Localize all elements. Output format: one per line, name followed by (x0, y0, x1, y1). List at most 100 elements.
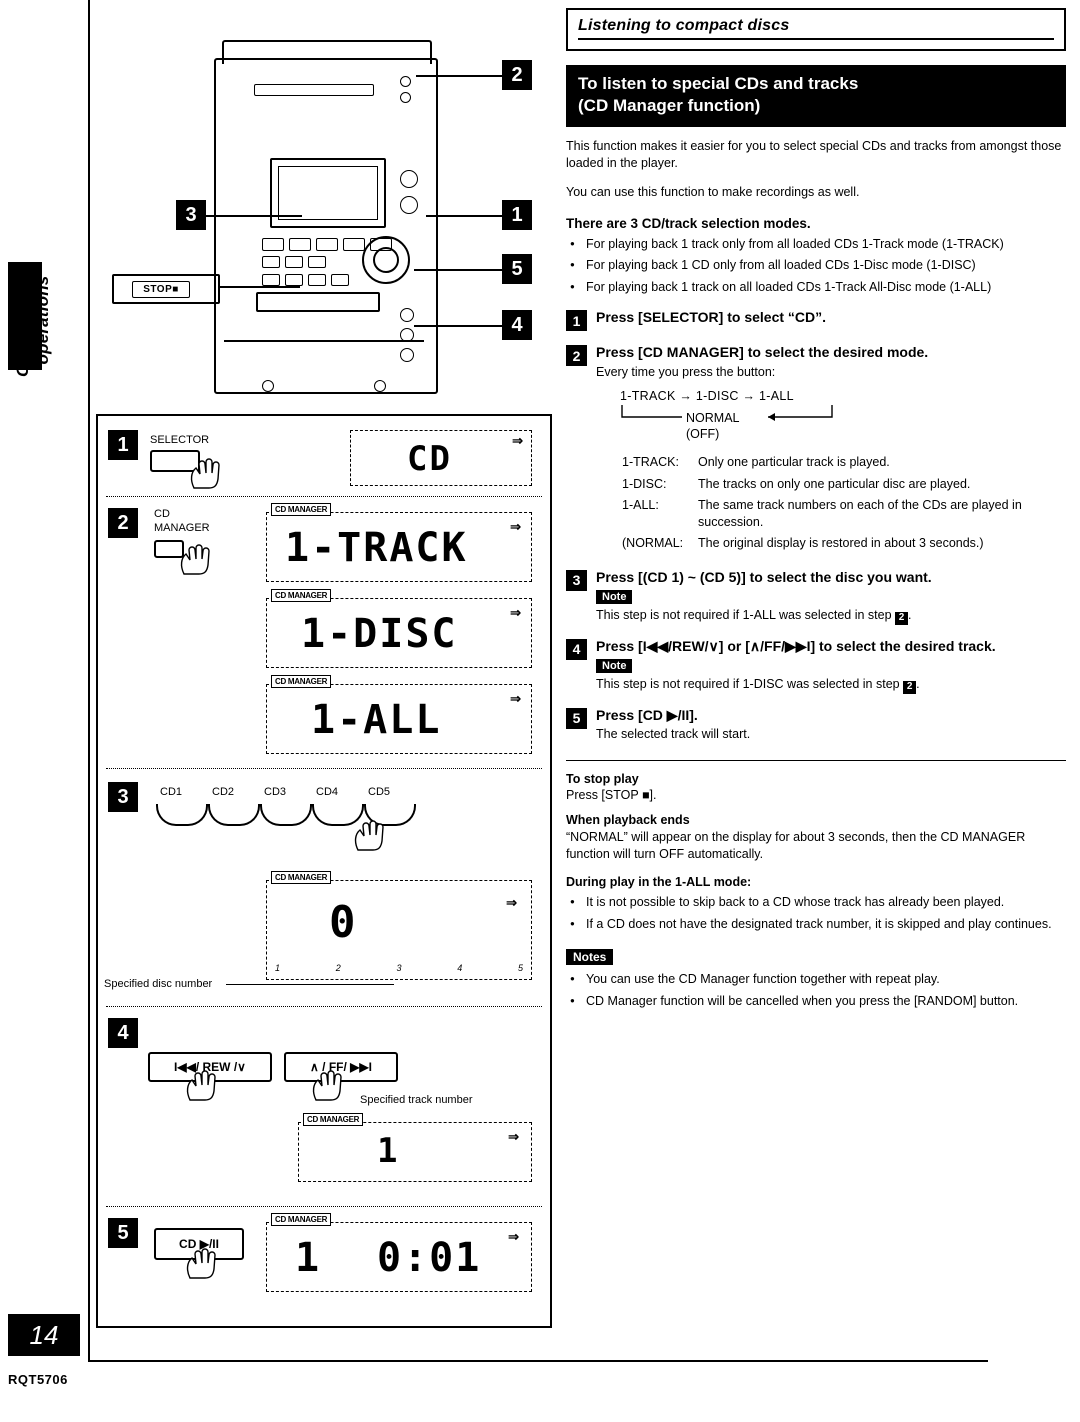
stereo-button (262, 256, 280, 268)
bottom-rule (88, 1360, 988, 1362)
display-step2-all: CD MANAGER ⇒ 1-ALL (266, 675, 532, 754)
stereo-indicator-dot (400, 76, 411, 87)
stereo-knob-inner (373, 247, 399, 273)
stereo-round-button (400, 348, 414, 362)
stop-button-drawing: STOP■ (112, 274, 220, 304)
definition-key: 1-TRACK: (622, 455, 679, 470)
disc-tick-4: 4 (457, 963, 463, 973)
callout-5: 5 (502, 254, 532, 284)
cd-manager-badge: CD MANAGER (271, 675, 332, 688)
stereo-round-button (400, 170, 418, 188)
play-arrow-icon: ⇒ (508, 1229, 519, 1244)
during-play-item: It is not possible to skip back to a CD … (566, 894, 1066, 912)
section-title-box: Listening to compact discs (566, 8, 1066, 51)
stereo-button (343, 238, 365, 251)
stereo-disc-slot (254, 84, 374, 96)
step-2-body: Press [CD MANAGER] to select the desired… (596, 344, 1066, 381)
hand-pointer-icon (186, 1070, 216, 1101)
stereo-volume-knob (362, 236, 410, 284)
stop-button-label: STOP■ (132, 281, 190, 298)
note-badge: Note (596, 590, 633, 604)
definition-value: The original display is restored in abou… (698, 536, 984, 551)
play-arrow-icon: ⇒ (506, 895, 517, 910)
stereo-button (308, 274, 326, 286)
step-4-marker: 4 (108, 1018, 138, 1048)
display-step2-track: CD MANAGER ⇒ 1-TRACK (266, 503, 532, 582)
definition-key: 1-DISC: (622, 476, 667, 491)
step-5-heading: Press [CD ▶/II]. (596, 706, 698, 723)
note-item: CD Manager function will be cancelled wh… (566, 993, 1066, 1011)
stereo-display-panel (270, 158, 386, 228)
specified-disc-caption: Specified disc number (104, 978, 213, 990)
separator (106, 1006, 542, 1007)
step-4-sub: This step is not required if 1-DISC was … (596, 676, 1066, 694)
step-1-heading: Press [SELECTOR] to select “CD”. (596, 309, 827, 326)
play-arrow-icon: ⇒ (510, 605, 521, 620)
step-5-body: Press [CD ▶/II]. The selected track will… (596, 707, 1066, 744)
cd2-label: CD2 (212, 786, 235, 798)
mode-cycle-line: 1-TRACK → 1-DISC → 1-ALL (620, 389, 794, 404)
disc-tick-1: 1 (275, 963, 281, 973)
notes-list: You can use the CD Manager function toge… (566, 971, 1066, 1010)
step-5-marker: 5 (108, 1218, 138, 1248)
separator (106, 1206, 542, 1207)
step-2-marker: 2 (108, 508, 138, 538)
side-label: Compact disc operations (13, 263, 52, 377)
stereo-button (308, 256, 326, 268)
step-1-marker: 1 (108, 430, 138, 460)
mode-cycle-diagram: 1-TRACK → 1-DISC → 1-ALL NORMAL (OFF) (620, 389, 1066, 441)
separator (106, 496, 542, 497)
during-play-item: If a CD does not have the designated tra… (566, 916, 1066, 934)
intro-paragraph-1: This function makes it easier for you to… (566, 138, 1062, 171)
step-4-sub-after: . (916, 677, 920, 691)
cd1-button[interactable] (156, 804, 208, 826)
cd1-label: CD1 (160, 786, 183, 798)
topic-heading: To listen to special CDs and tracks (CD … (566, 65, 1066, 127)
cd3-label: CD3 (264, 786, 287, 798)
divider (566, 759, 1066, 761)
hand-pointer-icon (312, 1070, 342, 1101)
text-column: Listening to compact discs To listen to … (566, 8, 1066, 1010)
display-step3-text: 0 (329, 897, 358, 948)
intro-paragraph-2: You can use this function to make record… (566, 185, 860, 199)
leader-line (218, 286, 300, 288)
mode-item: For playing back 1 track on all loaded C… (566, 279, 1066, 297)
mode-cycle-return: NORMAL (620, 405, 1066, 427)
display-step2-all-text: 1-ALL (311, 697, 442, 743)
stop-play-heading: To stop play (566, 771, 639, 786)
hand-pointer-icon (180, 544, 210, 575)
illustration-column: STOP■ 2 3 1 5 4 1 SELECTOR ⇒ CD 2 CD MAN… (96, 10, 552, 1340)
cd-manager-badge: CD MANAGER (271, 589, 332, 602)
stereo-button (285, 256, 303, 268)
leader-line (426, 215, 502, 217)
steps-panel: 1 SELECTOR ⇒ CD 2 CD MANAGER CD MANAGER … (96, 414, 552, 1328)
callout-1: 1 (502, 200, 532, 230)
stereo-button (289, 238, 311, 251)
cd-manager-badge: CD MANAGER (271, 1213, 332, 1226)
stereo-button (285, 274, 303, 286)
mode-definitions-table: 1-TRACK: Only one particular track is pl… (566, 451, 1066, 555)
step-4-body: Press [I◀◀/REW/∨] or [∧/FF/▶▶I] to selec… (596, 638, 1066, 694)
notes-badge: Notes (566, 949, 614, 965)
step-3-body: Press [(CD 1) ~ (CD 5)] to select the di… (596, 569, 1066, 625)
topic-heading-line2: (CD Manager function) (578, 95, 761, 115)
step-1: 1 Press [SELECTOR] to select “CD”. (566, 309, 1066, 332)
manual-page: Compact disc operations 14 RQT5706 STOP■… (0, 0, 1080, 1422)
step-2: 2 Press [CD MANAGER] to select the desir… (566, 344, 1066, 381)
cd3-button[interactable] (260, 804, 312, 826)
separator (106, 768, 542, 769)
cd-manager-label-2: MANAGER (154, 522, 210, 534)
cd2-button[interactable] (208, 804, 260, 826)
disc-tick-5: 5 (517, 963, 523, 973)
stereo-button (331, 274, 349, 286)
cd5-label: CD5 (368, 786, 391, 798)
definition-row: (NORMAL: The original display is restore… (568, 534, 1064, 553)
callout-3: 3 (176, 200, 206, 230)
display-step1: ⇒ CD (350, 430, 532, 486)
play-arrow-icon: ⇒ (512, 433, 523, 448)
stereo-display-inner (278, 166, 378, 220)
step-1-number: 1 (566, 310, 587, 332)
step-4-step-ref: 2 (903, 680, 917, 694)
during-play-list: It is not possible to skip back to a CD … (566, 894, 1066, 933)
specified-track-caption: Specified track number (360, 1094, 473, 1106)
